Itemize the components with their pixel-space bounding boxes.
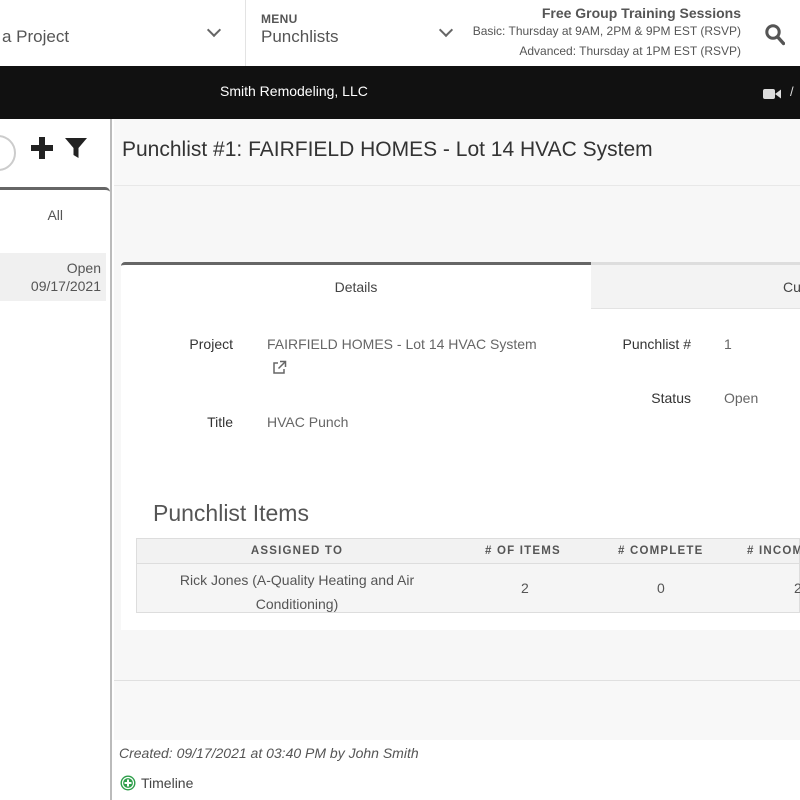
project-label: Project bbox=[189, 336, 233, 352]
timeline-link[interactable]: Timeline bbox=[141, 775, 193, 791]
list-item-date: 09/17/2021 bbox=[30, 278, 101, 294]
title-label: Title bbox=[207, 414, 233, 430]
status-value: Open bbox=[724, 390, 759, 406]
punchlist-number-value: 1 bbox=[724, 336, 732, 352]
tab-details[interactable]: Details bbox=[121, 262, 591, 309]
column-complete[interactable]: # COMPLETE bbox=[618, 545, 703, 557]
search-icon[interactable] bbox=[765, 24, 785, 46]
cell-incomplete: 2 bbox=[794, 580, 800, 596]
company-bar: Smith Remodeling, LLC / bbox=[0, 66, 800, 119]
cell-complete: 0 bbox=[657, 580, 665, 596]
menu-value: Punchlists bbox=[261, 27, 339, 46]
company-bar-separator: / bbox=[790, 84, 794, 99]
project-select-label: a Project bbox=[2, 27, 70, 46]
chevron-down-icon bbox=[438, 22, 454, 38]
filter-icon[interactable] bbox=[65, 137, 87, 159]
list-item[interactable]: Open 09/17/2021 bbox=[0, 253, 106, 301]
company-name: Smith Remodeling, LLC bbox=[220, 83, 368, 99]
sidebar-search-button[interactable] bbox=[0, 135, 16, 171]
cell-assigned-to: Rick Jones (A-Quality Heating and Air Co… bbox=[179, 572, 415, 612]
list-item-status: Open bbox=[66, 260, 101, 276]
video-camera-icon[interactable] bbox=[763, 88, 781, 100]
status-label: Status bbox=[651, 390, 691, 406]
details-card: Details Cu Project FAIRFIELD HOMES - Lot… bbox=[121, 262, 800, 630]
training-sessions: Free Group Training Sessions Basic: Thur… bbox=[473, 5, 741, 61]
cell-items: 2 bbox=[521, 580, 529, 596]
column-assigned-to[interactable]: ASSIGNED TO bbox=[137, 545, 457, 557]
table-row[interactable]: Rick Jones (A-Quality Heating and Air Co… bbox=[136, 563, 800, 613]
column-items[interactable]: # OF ITEMS bbox=[485, 545, 561, 557]
main-content: Punchlist #1: FAIRFIELD HOMES - Lot 14 H… bbox=[114, 119, 800, 800]
menu-select[interactable]: MENU Punchlists bbox=[248, 0, 464, 66]
tab-custom[interactable]: Cu bbox=[591, 262, 800, 309]
column-incomplete[interactable]: # INCOM bbox=[747, 545, 800, 557]
page-title: Punchlist #1: FAIRFIELD HOMES - Lot 14 H… bbox=[122, 138, 653, 161]
training-advanced[interactable]: Advanced: Thursday at 1PM EST (RSVP) bbox=[473, 41, 741, 61]
top-bar: a Project MENU Punchlists Free Group Tra… bbox=[0, 0, 800, 66]
tab-custom-label: Cu bbox=[783, 279, 800, 295]
title-value: HVAC Punch bbox=[267, 414, 349, 430]
tab-details-label: Details bbox=[334, 279, 378, 295]
training-basic[interactable]: Basic: Thursday at 9AM, 2PM & 9PM EST (R… bbox=[473, 21, 741, 41]
project-value: FAIRFIELD HOMES - Lot 14 HVAC System bbox=[267, 336, 537, 352]
punchlist-items-heading: Punchlist Items bbox=[153, 500, 309, 526]
table-header: ASSIGNED TO # OF ITEMS # COMPLETE # INCO… bbox=[136, 538, 800, 563]
external-link-icon[interactable] bbox=[272, 360, 287, 375]
training-title[interactable]: Free Group Training Sessions bbox=[473, 5, 741, 21]
sidebar-list: All Open 09/17/2021 bbox=[0, 187, 110, 607]
punchlist-number-label: Punchlist # bbox=[622, 336, 691, 352]
plus-icon[interactable] bbox=[31, 137, 53, 159]
created-info: Created: 09/17/2021 at 03:40 PM by John … bbox=[119, 745, 419, 761]
footer-band bbox=[114, 680, 800, 740]
project-select[interactable]: a Project bbox=[0, 0, 246, 66]
chevron-down-icon bbox=[206, 22, 222, 38]
page-header: Punchlist #1: FAIRFIELD HOMES - Lot 14 H… bbox=[114, 119, 800, 186]
punchlist-sidebar: All Open 09/17/2021 bbox=[0, 119, 112, 800]
plus-circle-icon[interactable] bbox=[120, 775, 136, 791]
sidebar-filter-all[interactable]: All bbox=[47, 207, 63, 223]
menu-caption: MENU bbox=[261, 12, 298, 26]
